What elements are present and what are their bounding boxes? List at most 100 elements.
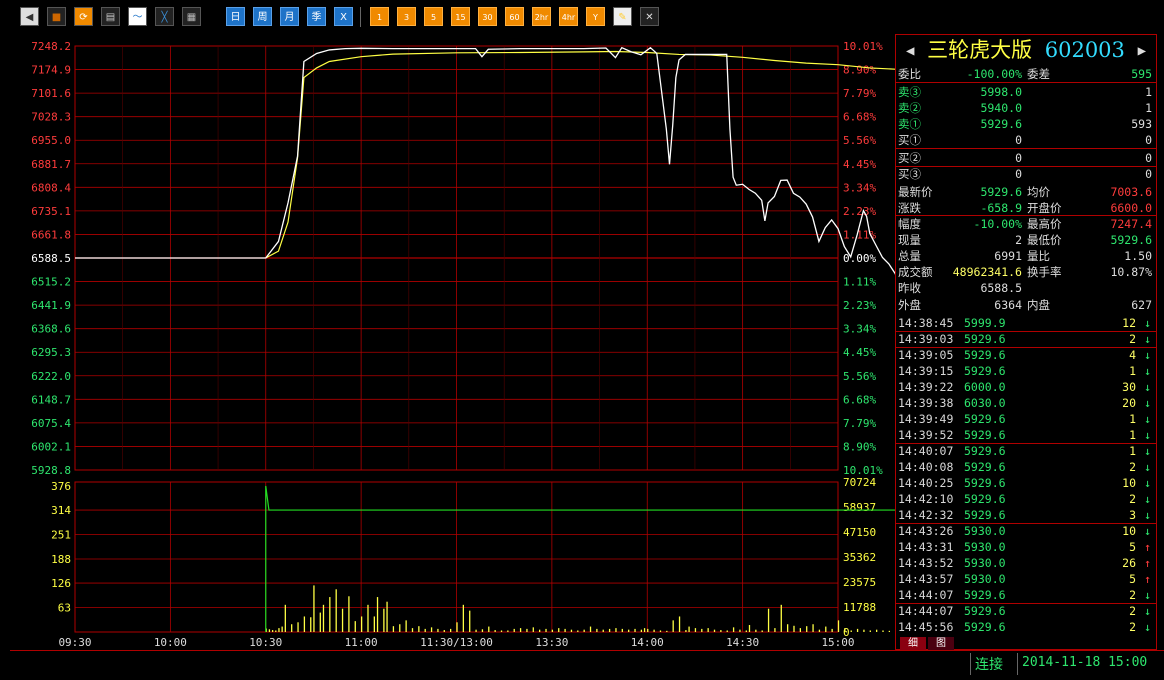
cube-icon[interactable]: ■ (47, 7, 66, 26)
refresh-icon[interactable]: ⟳ (74, 7, 93, 26)
minute-period-button[interactable]: Y (586, 7, 605, 26)
tick-price: 5930.0 (964, 556, 1006, 570)
tick-volume: 2 (1129, 492, 1136, 506)
minute-period-button[interactable]: 15 (451, 7, 470, 26)
tick-time: 14:39:52 (898, 428, 954, 442)
tick-volume: 30 (1122, 380, 1136, 394)
tick-row: 14:39:52 5929.6 1 ↓ (896, 427, 1156, 443)
quote-label: 昨收 (898, 281, 921, 295)
tick-price: 5930.0 (964, 524, 1006, 538)
quote-row: 幅度 -10.00% 最高价 7247.4 (896, 216, 1156, 232)
quote-label: 换手率 (1027, 265, 1062, 279)
tick-price: 5929.6 (964, 332, 1006, 346)
status-bar: 连接 2014-11-18 15:00 (0, 650, 1164, 680)
kline-icon[interactable]: ╳ (155, 7, 174, 26)
table-icon[interactable]: ▦ (182, 7, 201, 26)
price-axis-label: 6002.1 (31, 440, 71, 453)
quote-panel: ◀ 三轮虎大版 602003 ▶ 委比 -100.00% 委差 595 卖③ 5998.0… (895, 34, 1157, 651)
tick-direction-icon: ↑ (1144, 540, 1151, 554)
quote-row: 最新价 5929.6 均价 7003.6 (896, 184, 1156, 200)
period-button[interactable]: 季 (307, 7, 326, 26)
tick-price: 5929.6 (964, 604, 1006, 618)
tick-volume: 1 (1129, 412, 1136, 426)
period-button[interactable]: X (334, 7, 353, 26)
stock-name: 三轮虎大版 (927, 38, 1033, 62)
quote-label: 成交额 (898, 265, 933, 279)
minute-period-button[interactable]: 2hr (532, 7, 551, 26)
quote-row: 卖③ 5998.0 1 (896, 84, 1156, 100)
panel-tabs: 细 图 (896, 637, 956, 651)
tick-price: 5929.6 (964, 460, 1006, 474)
minute-period-button[interactable]: 30 (478, 7, 497, 26)
trend-chart-icon[interactable]: 〜 (128, 7, 147, 26)
next-stock-icon[interactable]: ▶ (1138, 43, 1146, 59)
time-axis-label: 14:00 (631, 636, 664, 649)
period-button[interactable]: 周 (253, 7, 272, 26)
tab-chart[interactable]: 图 (928, 637, 954, 651)
tick-direction-icon: ↓ (1144, 428, 1151, 442)
quote-value: 0 (1015, 167, 1022, 181)
quote-row: 买① 0 0 (896, 132, 1156, 148)
quote-value: 7247.4 (1110, 217, 1152, 231)
tab-detail[interactable]: 细 (900, 637, 926, 651)
percent-axis-label: 8.90% (843, 440, 876, 453)
period-button[interactable]: 日 (226, 7, 245, 26)
tick-price: 5929.6 (964, 508, 1006, 522)
price-line (75, 46, 895, 276)
tick-direction-icon: ↑ (1144, 572, 1151, 586)
tick-row: 14:39:03 5929.6 2 ↓ (896, 331, 1156, 347)
minute-period-button[interactable]: 4hr (559, 7, 578, 26)
minute-period-button[interactable]: 60 (505, 7, 524, 26)
period-button[interactable]: 月 (280, 7, 299, 26)
minute-period-button[interactable]: 5 (424, 7, 443, 26)
prev-stock-icon[interactable]: ◀ (906, 43, 914, 59)
quote-label: 最高价 (1027, 217, 1062, 231)
tools-icon[interactable]: ✕ (640, 7, 659, 26)
status-sep-1 (970, 653, 971, 675)
percent-axis-label: 1.11% (843, 228, 876, 241)
quote-value: 6991 (994, 249, 1022, 263)
back-icon[interactable]: ◀ (20, 7, 39, 26)
tick-volume: 2 (1129, 620, 1136, 634)
tick-time: 14:43:52 (898, 556, 954, 570)
tick-volume: 10 (1122, 524, 1136, 538)
tick-volume: 10 (1122, 476, 1136, 490)
tick-row: 14:43:57 5930.0 5 ↑ (896, 571, 1156, 587)
tick-time: 14:39:38 (898, 396, 954, 410)
quote-value: 1 (1145, 85, 1152, 99)
pencil-icon[interactable]: ✎ (613, 7, 632, 26)
quote-value: 0 (1145, 151, 1152, 165)
status-datetime: 2014-11-18 15:00 (1022, 655, 1148, 670)
quote-label: 均价 (1027, 185, 1050, 199)
tick-price: 5930.0 (964, 540, 1006, 554)
percent-axis-label: 2.23% (843, 205, 876, 218)
connection-status: 连接 (975, 657, 1003, 673)
intraday-chart: 7248.2 10.01% 7174.9 8.90% 7101.6 7.79% 7028.3… (31, 40, 895, 649)
tick-volume: 3 (1129, 508, 1136, 522)
panel-divider (896, 82, 1156, 83)
tick-price: 5930.0 (964, 572, 1006, 586)
tick-row: 14:39:15 5929.6 1 ↓ (896, 363, 1156, 379)
volume-ratio-axis-label: 11788 (843, 601, 876, 614)
clipboard-icon[interactable]: ▤ (101, 7, 120, 26)
tick-direction-icon: ↓ (1144, 364, 1151, 378)
tick-price: 5929.6 (964, 364, 1006, 378)
price-axis-label: 7174.9 (31, 64, 71, 77)
quote-row: 买② 0 0 (896, 150, 1156, 166)
tick-price: 5929.6 (964, 492, 1006, 506)
minute-period-button[interactable]: 1 (370, 7, 389, 26)
price-axis-label: 6588.5 (31, 252, 71, 265)
minute-period-button[interactable]: 3 (397, 7, 416, 26)
time-axis-label: 14:30 (726, 636, 759, 649)
percent-axis-label: 6.68% (843, 111, 876, 124)
price-axis-label: 6075.4 (31, 417, 71, 430)
quote-label: 总量 (898, 249, 921, 263)
volume-axis-label: 63 (58, 602, 71, 615)
tick-row: 14:42:10 5929.6 2 ↓ (896, 491, 1156, 507)
quote-row: 成交额 48962341.6 换手率 10.87% (896, 264, 1156, 280)
tick-time: 14:39:05 (898, 348, 954, 362)
tick-direction-icon: ↓ (1144, 492, 1151, 506)
volume-axis-label: 314 (51, 504, 71, 517)
tick-direction-icon: ↓ (1144, 412, 1151, 426)
average-price-line (265, 50, 895, 259)
